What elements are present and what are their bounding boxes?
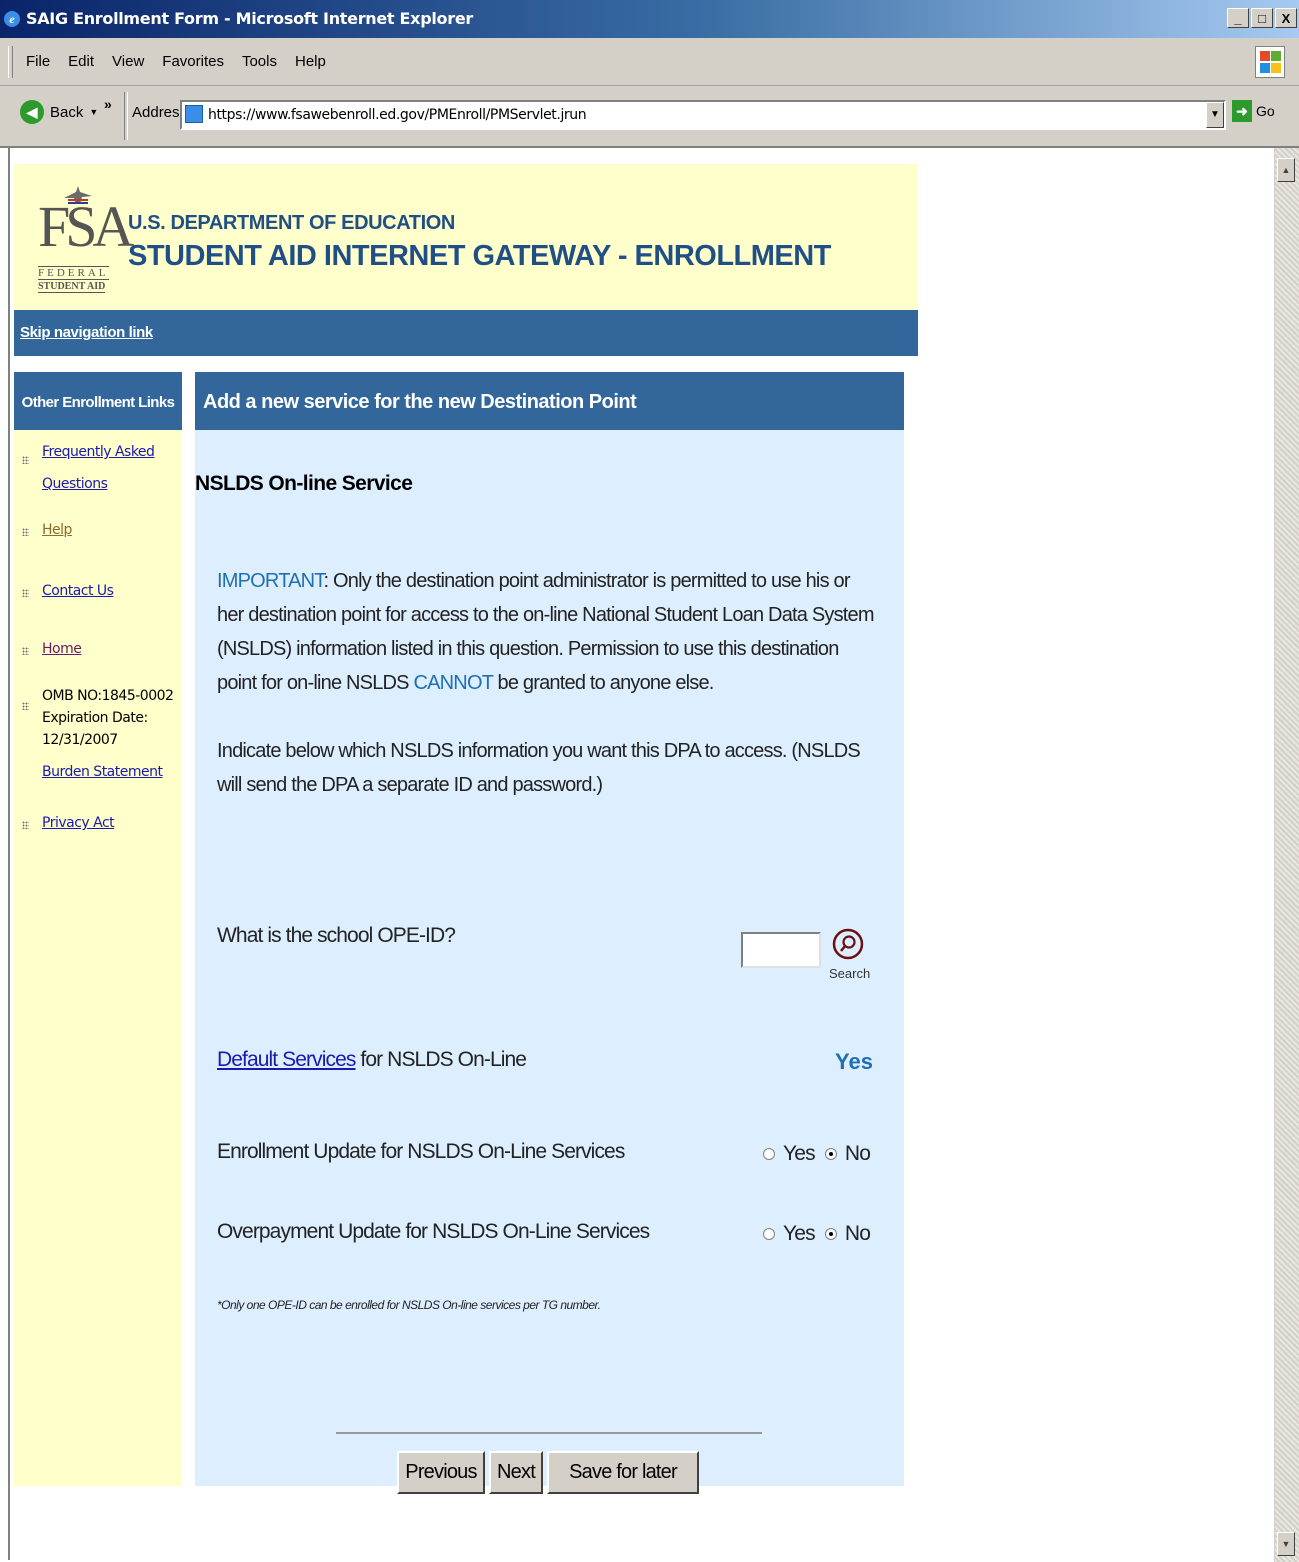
previous-button[interactable]: Previous: [397, 1451, 485, 1494]
privacy-act-link[interactable]: Privacy Act: [42, 815, 115, 831]
window-titlebar: e SAIG Enrollment Form - Microsoft Inter…: [0, 0, 1299, 38]
toolbar-overflow-icon[interactable]: »: [104, 96, 112, 112]
overpayment-update-label: Overpayment Update for NSLDS On-Line Ser…: [217, 1220, 650, 1243]
expiration-date: 12/31/2007: [42, 732, 118, 748]
go-label: Go: [1256, 103, 1275, 119]
minimize-button[interactable]: _: [1227, 8, 1249, 28]
menu-edit[interactable]: Edit: [68, 53, 94, 70]
back-dropdown-icon[interactable]: ▼: [89, 107, 98, 117]
enrollment-yes-label: Yes: [783, 1142, 816, 1165]
important-label: IMPORTANT: [217, 570, 324, 592]
important-text-2: be granted to anyone else.: [492, 672, 715, 694]
faq-link-line2[interactable]: Questions: [42, 476, 108, 492]
address-input[interactable]: https://www.fsawebenroll.ed.gov/PMEnroll…: [180, 100, 1226, 130]
bullet-icon: [22, 647, 29, 655]
important-notice: IMPORTANT: Only the destination point ad…: [217, 564, 877, 700]
fsa-logo: FSA FEDERAL STUDENT AID: [38, 184, 134, 293]
overpayment-update-radios: Yes No: [763, 1222, 871, 1246]
vertical-scrollbar[interactable]: ▲ ▼: [1274, 148, 1299, 1562]
default-services-row: Default Services for NSLDS On-Line: [217, 1048, 527, 1072]
address-dropdown-icon[interactable]: ▼: [1206, 102, 1224, 128]
menu-tools[interactable]: Tools: [242, 53, 277, 70]
expiration-label: Expiration Date:: [42, 710, 148, 726]
bullet-icon: [22, 589, 29, 597]
bullet-icon: [22, 702, 29, 710]
omb-number: OMB NO:1845-0002: [42, 688, 174, 704]
next-button[interactable]: Next: [489, 1451, 543, 1494]
toolbar-grip[interactable]: [8, 46, 13, 78]
overpayment-yes-label: Yes: [783, 1222, 816, 1245]
help-link[interactable]: Help: [42, 522, 72, 538]
menu-view[interactable]: View: [112, 53, 144, 70]
contact-us-link[interactable]: Contact Us: [42, 583, 114, 599]
footnote: *Only one OPE-ID can be enrolled for NSL…: [217, 1298, 601, 1312]
back-label: Back: [50, 103, 84, 121]
gateway-title: STUDENT AID INTERNET GATEWAY - ENROLLMEN…: [128, 240, 831, 272]
back-arrow-icon: ◀: [20, 100, 44, 124]
overpayment-no-label: No: [844, 1222, 871, 1245]
bullet-icon: [22, 456, 29, 464]
divider: [336, 1432, 762, 1434]
default-services-suffix: for NSLDS On-Line: [355, 1048, 527, 1071]
overpayment-no-radio[interactable]: [824, 1228, 837, 1240]
menu-bar: File Edit View Favorites Tools Help: [0, 38, 1299, 86]
enrollment-no-label: No: [844, 1142, 871, 1165]
close-button[interactable]: X: [1275, 8, 1297, 28]
bullet-icon: [22, 528, 29, 536]
maximize-button[interactable]: □: [1251, 8, 1273, 28]
skip-navigation-link[interactable]: Skip navigation link: [20, 324, 153, 341]
page-header: FSA FEDERAL STUDENT AID U.S. DEPARTMENT …: [14, 164, 918, 310]
main-header: Add a new service for the new Destinatio…: [195, 372, 904, 430]
enrollment-no-radio[interactable]: [824, 1148, 837, 1160]
go-button[interactable]: ➜ Go: [1232, 100, 1275, 122]
go-arrow-icon: ➜: [1232, 100, 1252, 122]
department-title: U.S. DEPARTMENT OF EDUCATION: [128, 212, 455, 234]
ope-id-question: What is the school OPE-ID?: [217, 924, 456, 947]
address-label: Address: [132, 104, 188, 121]
window-title: SAIG Enrollment Form - Microsoft Interne…: [26, 9, 473, 28]
sidebar-title: Other Enrollment Links: [14, 372, 182, 430]
section-title: NSLDS On-line Service: [195, 472, 413, 495]
bullet-icon: [22, 821, 29, 829]
indicate-instructions: Indicate below which NSLDS information y…: [217, 740, 861, 796]
menu-favorites[interactable]: Favorites: [162, 53, 224, 70]
home-link[interactable]: Home: [42, 641, 82, 657]
faq-link-line1[interactable]: Frequently Asked: [42, 444, 155, 460]
overpayment-yes-radio[interactable]: [763, 1228, 775, 1240]
ie-icon: e: [4, 11, 20, 27]
enrollment-update-radios: Yes No: [763, 1142, 871, 1166]
enrollment-update-label: Enrollment Update for NSLDS On-Line Serv…: [217, 1140, 625, 1163]
menu-file[interactable]: File: [26, 53, 50, 70]
ope-id-input[interactable]: [741, 932, 821, 968]
save-for-later-button[interactable]: Save for later: [547, 1451, 699, 1494]
menu-help[interactable]: Help: [295, 53, 326, 70]
fsa-logo-student-aid: STUDENT AID: [38, 281, 106, 293]
main-panel: Add a new service for the new Destinatio…: [195, 372, 904, 1494]
search-label[interactable]: Search: [829, 966, 870, 981]
address-toolbar: ◀ Back ▼ » Address https://www.fsawebenr…: [0, 86, 1299, 148]
search-icon[interactable]: [832, 928, 864, 960]
fsa-logo-letters: FSA: [38, 194, 134, 259]
page-icon: [185, 105, 203, 123]
address-url: https://www.fsawebenroll.ed.gov/PMEnroll…: [208, 107, 587, 123]
button-row: Previous Next Save for later: [397, 1451, 699, 1494]
cannot-label: CANNOT: [413, 672, 493, 694]
enrollment-yes-radio[interactable]: [763, 1148, 775, 1160]
burden-statement-link[interactable]: Burden Statement: [42, 764, 163, 780]
windows-logo-icon: [1255, 46, 1285, 78]
default-services-link[interactable]: Default Services: [217, 1048, 356, 1071]
scroll-down-icon[interactable]: ▼: [1277, 1532, 1295, 1556]
skip-nav-bar: Skip navigation link: [14, 310, 918, 356]
back-button[interactable]: ◀ Back ▼: [20, 100, 98, 124]
page-viewport: FSA FEDERAL STUDENT AID U.S. DEPARTMENT …: [8, 148, 1276, 1560]
toolbar-separator: [124, 92, 128, 140]
default-services-value: Yes: [835, 1049, 873, 1074]
fsa-logo-federal: FEDERAL: [38, 266, 109, 280]
scroll-up-icon[interactable]: ▲: [1277, 158, 1295, 182]
sidebar: Other Enrollment Links Frequently Asked …: [14, 372, 182, 1486]
